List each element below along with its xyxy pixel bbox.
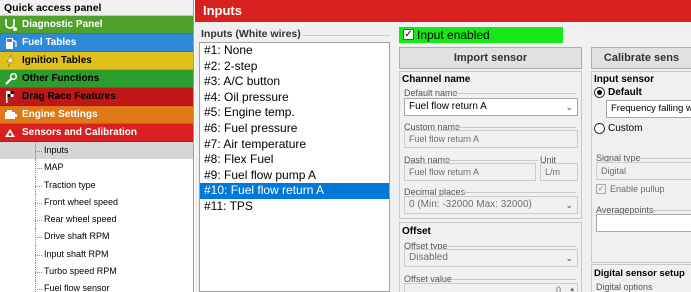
sensor-icon	[5, 129, 15, 137]
default-radio[interactable]: Default	[594, 87, 642, 99]
list-item-input-9[interactable]: #9: Fuel flow pump A	[200, 168, 389, 184]
checkmark-icon: ✓	[596, 184, 606, 194]
decimal-places-select[interactable]: 0 (Min: -32000 Max: 32000) ⌄	[404, 196, 578, 214]
category-ignition-tables[interactable]: Ignition Tables	[0, 52, 193, 70]
category-drag-race-features[interactable]: Drag Race Features	[0, 88, 193, 106]
spark-icon	[6, 54, 15, 68]
inputs-group-label: Inputs (White wires)	[199, 28, 303, 40]
fuel-icon	[6, 38, 17, 49]
category-sensors-and-calibration[interactable]: Sensors and Calibration	[0, 124, 193, 142]
category-label: Engine Settings	[22, 109, 98, 120]
category-label: Drag Race Features	[22, 91, 116, 102]
list-item-input-4[interactable]: #4: Oil pressure	[200, 90, 389, 106]
tree-item-fuel-flow-sensor[interactable]: Fuel flow sensor	[0, 280, 193, 292]
category-label: Other Functions	[22, 73, 100, 84]
quick-access-title: Quick access panel	[0, 0, 193, 16]
enable-pullup-label: Enable pullup	[610, 184, 665, 194]
tree-item-map[interactable]: MAP	[0, 159, 193, 177]
divider	[638, 158, 691, 159]
divider	[448, 246, 576, 247]
channel-name-title: Channel name	[402, 74, 471, 85]
chevron-down-icon: ⌄	[565, 102, 573, 112]
offset-value-stepper[interactable]: 0 ▴	[404, 283, 578, 292]
list-item-input-11[interactable]: #11: TPS	[200, 199, 389, 215]
input-enabled-checkbox[interactable]: ✓ Input enabled	[399, 27, 563, 43]
spin-up-icon[interactable]: ▴	[570, 284, 574, 292]
list-item-input-8[interactable]: #8: Flex Fuel	[200, 152, 389, 168]
tree-item-input-shaft-rpm[interactable]: Input shaft RPM	[0, 245, 193, 264]
custom-radio-label: Custom	[608, 123, 643, 134]
calibrate-sensor-button[interactable]: Calibrate sens	[591, 47, 691, 69]
import-sensor-button[interactable]: Import sensor	[399, 47, 582, 69]
list-item-input-3[interactable]: #3: A/C button	[200, 74, 389, 90]
list-item-input-2[interactable]: #2: 2-step	[200, 59, 389, 75]
digital-options-label: Digital options	[596, 282, 653, 292]
channel-name-group: Channel name Default name Fuel flow retu…	[399, 71, 582, 219]
tree-item-rear-wheel-speed[interactable]: Rear wheel speed	[0, 211, 193, 229]
offset-type-value: Disabled	[409, 252, 448, 263]
page-title: Inputs	[195, 0, 691, 22]
averagepoints-input[interactable]	[596, 214, 691, 232]
default-name-select[interactable]: Fuel flow return A ⌄	[404, 98, 578, 116]
divider	[462, 192, 576, 193]
digital-sensor-setup-title: Digital sensor setup	[594, 268, 685, 279]
default-sensor-value: Frequency falling w	[611, 103, 691, 114]
default-sensor-select[interactable]: Frequency falling w	[606, 100, 691, 118]
divider	[652, 210, 691, 211]
category-label: Fuel Tables	[22, 37, 77, 48]
divider	[452, 93, 576, 94]
chevron-down-icon: ⌄	[565, 253, 573, 263]
radio-selected-icon	[594, 87, 605, 98]
custom-name-input[interactable]: Fuel flow return A	[404, 130, 578, 148]
offset-title: Offset	[402, 226, 431, 237]
list-item-input-1[interactable]: #1: None	[200, 43, 389, 59]
divider	[452, 279, 576, 280]
list-item-input-6[interactable]: #6: Fuel pressure	[200, 121, 389, 137]
category-label: Sensors and Calibration	[22, 127, 138, 138]
input-sensor-title: Input sensor	[594, 74, 655, 85]
tree-item-traction-type[interactable]: Traction type	[0, 176, 193, 195]
list-item-input-5[interactable]: #5: Engine temp.	[200, 105, 389, 121]
quick-access-panel: Quick access panel Diagnostic Panel Fuel…	[0, 0, 194, 292]
dash-name-input[interactable]: Fuel flow return A	[404, 163, 536, 181]
offset-type-select[interactable]: Disabled ⌄	[404, 249, 578, 267]
divider	[444, 160, 538, 161]
inputs-page: Inputs Inputs (White wires) #1: None #2:…	[195, 0, 691, 292]
radio-unselected-icon	[594, 123, 605, 134]
tree-item-front-wheel-speed[interactable]: Front wheel speed	[0, 193, 193, 212]
flag-icon	[6, 91, 14, 103]
unit-input[interactable]: L/m	[540, 163, 578, 181]
input-enabled-label: Input enabled	[417, 28, 490, 42]
chevron-down-icon: ⌄	[565, 200, 573, 210]
default-name-label: Default name	[404, 88, 458, 98]
category-label: Diagnostic Panel	[22, 19, 103, 30]
engine-icon	[5, 110, 17, 119]
category-diagnostic-panel[interactable]: Diagnostic Panel	[0, 16, 193, 34]
default-radio-label: Default	[608, 87, 642, 98]
checkmark-icon: ✓	[403, 29, 414, 40]
category-other-functions[interactable]: Other Functions	[0, 70, 193, 88]
custom-radio[interactable]: Custom	[594, 123, 642, 135]
signal-type-select[interactable]: Digital	[596, 162, 691, 180]
category-label: Ignition Tables	[22, 55, 92, 66]
category-fuel-tables[interactable]: Fuel Tables	[0, 34, 193, 52]
wrench-icon	[5, 72, 18, 85]
tree-item-inputs[interactable]: Inputs	[0, 142, 193, 160]
default-name-value: Fuel flow return A	[409, 101, 487, 112]
input-sensor-group: Input sensor Default Frequency falling w…	[591, 71, 691, 263]
digital-sensor-setup-group: Digital sensor setup Digital options	[591, 264, 691, 292]
category-engine-settings[interactable]: Engine Settings	[0, 106, 193, 124]
tree-item-drive-shaft-rpm[interactable]: Drive shaft RPM	[0, 228, 193, 247]
offset-value: 0	[555, 285, 561, 292]
tree-item-turbo-speed-rpm[interactable]: Turbo speed RPM	[0, 263, 193, 281]
list-item-input-7[interactable]: #7: Air temperature	[200, 137, 389, 153]
enable-pullup-checkbox[interactable]: ✓ Enable pullup	[596, 184, 665, 195]
list-item-input-10[interactable]: #10: Fuel flow return A	[200, 183, 389, 199]
decimal-places-value: 0 (Min: -32000 Max: 32000)	[409, 199, 532, 210]
stethoscope-icon	[5, 19, 17, 31]
divider	[452, 127, 576, 128]
offset-group: Offset Offset type Disabled ⌄ Offset val…	[399, 222, 582, 292]
inputs-list[interactable]: #1: None #2: 2-step #3: A/C button #4: O…	[199, 42, 390, 292]
